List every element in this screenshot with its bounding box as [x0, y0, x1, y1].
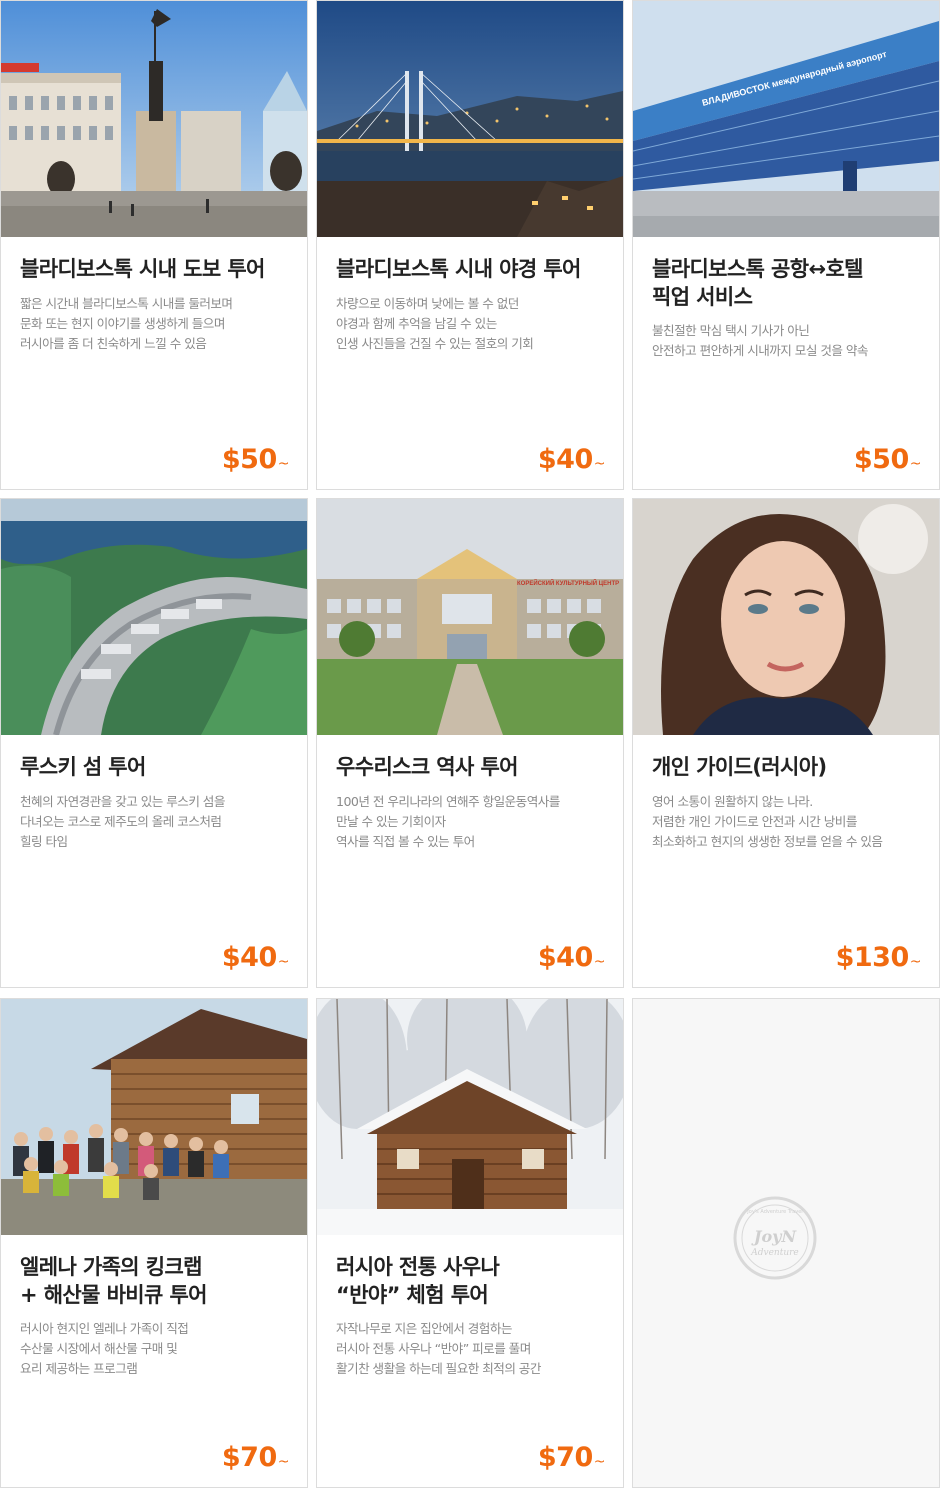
tour-price: $50~ [221, 444, 290, 475]
tour-title: 러시아 전통 사우나 “반야” 체험 투어 [336, 1255, 500, 1307]
tour-title: 엘레나 가족의 킹크랩 + 해산물 바비큐 투어 [20, 1255, 207, 1307]
tour-price: $40~ [537, 942, 606, 973]
snowy-sauna-cabin-photo [317, 999, 623, 1235]
tour-card-airport-pickup[interactable]: ВЛАДИВОСТОК международный аэропорт 블라디보스… [632, 0, 940, 490]
tour-price: $70~ [537, 1442, 606, 1473]
monument-square-photo [1, 1, 307, 237]
cultural-center-photo: КОРЕЙСКИЙ КУЛЬТУРНЫЙ ЦЕНТР [317, 499, 623, 735]
tour-title: 블라디보스톡 시내 야경 투어 [336, 257, 581, 281]
tour-title: 루스키 섬 투어 [20, 755, 146, 779]
building-sign: КОРЕЙСКИЙ КУЛЬТУРНЫЙ ЦЕНТР [517, 579, 619, 587]
placeholder-card: Joy's Adventure Travel JoyN Adventure [632, 998, 940, 1488]
tour-card-king-crab-bbq[interactable]: 엘레나 가족의 킹크랩 + 해산물 바비큐 투어 러시아 현지인 엘레나 가족이… [0, 998, 308, 1488]
tour-description: 자작나무로 지은 집안에서 경험하는 러시아 전통 사우나 “반야” 피로를 풀… [336, 1321, 541, 1376]
tour-title: 블라디보스톡 시내 도보 투어 [20, 257, 265, 281]
tour-card-banya-sauna[interactable]: 러시아 전통 사우나 “반야” 체험 투어 자작나무로 지은 집안에서 경험하는… [316, 998, 624, 1488]
airport-photo: ВЛАДИВОСТОК международный аэропорт [633, 1, 939, 237]
joyn-adventure-logo-icon: Joy's Adventure Travel JoyN Adventure [733, 1196, 817, 1280]
tour-description: 차량으로 이동하며 낮에는 볼 수 없던 야경과 함께 추억을 남길 수 있는 … [336, 296, 534, 351]
night-bridge-photo [317, 1, 623, 237]
svg-text:Adventure: Adventure [750, 1248, 799, 1258]
svg-text:Joy's Adventure Travel: Joy's Adventure Travel [746, 1209, 802, 1215]
tour-description: 불친절한 막심 택시 기사가 아닌 안전하고 편안하게 시내까지 모실 것을 약… [652, 323, 868, 358]
tour-description: 러시아 현지인 엘레나 가족이 직접 수산물 시장에서 해산물 구매 및 요리 … [20, 1321, 189, 1376]
tour-price: $40~ [221, 942, 290, 973]
tour-card-ussuriysk-history[interactable]: КОРЕЙСКИЙ КУЛЬТУРНЫЙ ЦЕНТР 우수리스크 역사 투어 1… [316, 498, 624, 988]
tour-price: $50~ [853, 444, 922, 475]
tour-price: $130~ [835, 942, 922, 973]
tour-card-russky-island[interactable]: 루스키 섬 투어 천혜의 자연경관을 갖고 있는 루스키 섬을 다녀오는 코스로… [0, 498, 308, 988]
tour-price: $40~ [537, 444, 606, 475]
tour-title: 우수리스크 역사 투어 [336, 755, 519, 779]
tour-description: 영어 소통이 원활하지 않는 나라. 저렴한 개인 가이드로 안전과 시간 낭비… [652, 794, 883, 849]
svg-text:JoyN: JoyN [751, 1227, 798, 1246]
tour-description: 천혜의 자연경관을 갖고 있는 루스키 섬을 다녀오는 코스로 제주도의 올레 … [20, 794, 225, 849]
tour-description: 100년 전 우리나라의 연해주 항일운동역사를 만날 수 있는 기회이자 역사… [336, 794, 560, 849]
tour-title: 개인 가이드(러시아) [652, 755, 827, 779]
island-aerial-photo [1, 499, 307, 735]
tour-card-private-guide[interactable]: 개인 가이드(러시아) 영어 소통이 원활하지 않는 나라. 저렴한 개인 가이… [632, 498, 940, 988]
group-log-cabin-photo [1, 999, 307, 1235]
tour-title: 블라디보스톡 공항↔호텔 픽업 서비스 [652, 257, 864, 309]
tour-card-city-walk[interactable]: 블라디보스톡 시내 도보 투어 짧은 시간내 블라디보스톡 시내를 둘러보며 문… [0, 0, 308, 490]
tour-price: $70~ [221, 1442, 290, 1473]
guide-portrait-photo [633, 499, 939, 735]
tour-card-night-view[interactable]: 블라디보스톡 시내 야경 투어 차량으로 이동하며 낮에는 볼 수 없던 야경과… [316, 0, 624, 490]
tour-description: 짧은 시간내 블라디보스톡 시내를 둘러보며 문화 또는 현지 이야기를 생생하… [20, 296, 233, 351]
